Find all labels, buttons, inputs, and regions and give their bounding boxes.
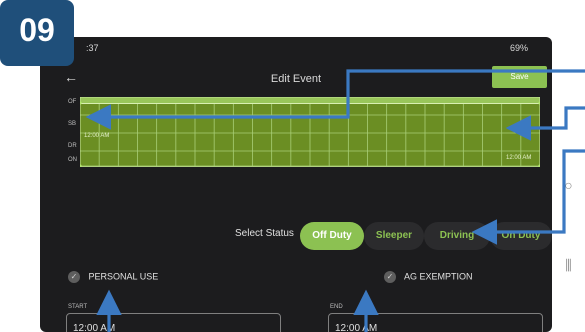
- row-label-sleeper: SB: [68, 121, 77, 127]
- recent-apps-icon[interactable]: ⫼: [552, 257, 585, 274]
- start-field-label: START: [68, 304, 88, 310]
- ag-exemption-checkbox[interactable]: ✓ AG EXEMPTION: [384, 271, 473, 287]
- row-label-off: OF: [68, 99, 77, 105]
- chart-start-time: 12:00 AM: [84, 133, 110, 139]
- ag-exemption-label: AG EXEMPTION: [404, 271, 473, 282]
- home-circle-icon[interactable]: ○: [552, 177, 585, 193]
- page-title: Edit Event: [270, 73, 322, 85]
- android-nav-strip: ○ ⫼: [552, 37, 585, 332]
- status-off-duty[interactable]: Off Duty: [300, 222, 364, 250]
- app-header: ← Edit Event: [40, 67, 552, 91]
- select-status-bar: Select Status Off Duty Sleeper Driving O…: [40, 218, 552, 252]
- status-sleeper[interactable]: Sleeper: [364, 222, 424, 250]
- row-label-driving: DR: [68, 143, 77, 149]
- status-bar: :37 69%: [40, 37, 552, 61]
- row-label-on: ON: [68, 157, 77, 163]
- status-on-duty[interactable]: On Duty: [490, 222, 552, 250]
- status-battery: 69%: [509, 43, 528, 53]
- end-time-field[interactable]: 12:00 AM: [328, 313, 543, 332]
- start-time-field[interactable]: 12:00 AM: [66, 313, 281, 332]
- chart-grid: [80, 97, 540, 167]
- check-icon: ✓: [68, 271, 80, 283]
- status-driving[interactable]: Driving: [424, 222, 490, 250]
- phone-screen: :37 69% ← Edit Event Save OF SB DR ON 12…: [40, 37, 552, 332]
- step-badge: 09: [0, 0, 74, 66]
- duty-status-chart[interactable]: OF SB DR ON 12:00 AM 12:00 AM: [68, 97, 540, 167]
- status-time: :37: [86, 43, 99, 53]
- end-field-label: END: [330, 304, 343, 310]
- check-icon: ✓: [384, 271, 396, 283]
- save-button[interactable]: Save: [492, 66, 547, 88]
- select-status-label: Select Status: [235, 228, 294, 239]
- chart-end-time: 12:00 AM: [506, 155, 532, 161]
- personal-use-checkbox[interactable]: ✓ PERSONAL USE: [68, 271, 158, 287]
- personal-use-label: PERSONAL USE: [88, 271, 159, 282]
